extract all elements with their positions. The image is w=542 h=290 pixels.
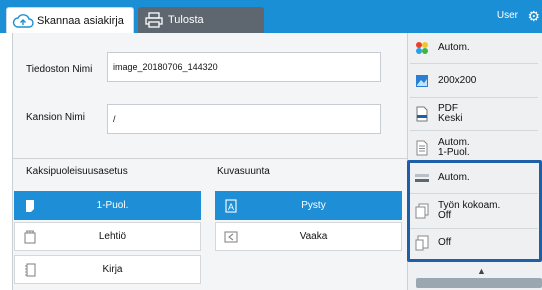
sidebar-scrollbar[interactable] bbox=[416, 278, 542, 288]
landscape-icon bbox=[216, 230, 246, 243]
tab-scan-document[interactable]: Skannaa asiakirja bbox=[6, 7, 134, 33]
orientation-option-landscape[interactable]: Vaaka bbox=[215, 222, 402, 251]
sidebar-file-format[interactable]: PDF Keski bbox=[410, 102, 538, 126]
printer-icon bbox=[142, 10, 166, 30]
sidebar-divider bbox=[410, 130, 538, 131]
file-name-field[interactable]: image_20180706_144320 bbox=[107, 52, 381, 82]
folder-name-field[interactable]: / bbox=[107, 104, 381, 134]
sidebar-divider bbox=[410, 63, 538, 64]
color-dots-icon bbox=[410, 41, 434, 55]
single-page-icon bbox=[15, 199, 45, 213]
duplex-option-label: Kirja bbox=[102, 264, 123, 275]
duplex-option-book[interactable]: Kirja bbox=[14, 255, 201, 284]
sidebar-duplex-sides: 1-Puol. bbox=[438, 147, 470, 158]
sidebar-resolution[interactable]: 200x200 bbox=[410, 72, 538, 90]
book-binding-icon bbox=[15, 262, 45, 277]
main-panel: Tiedoston Nimi image_20180706_144320 Kan… bbox=[12, 33, 408, 290]
orientation-option-portrait[interactable]: A Pysty bbox=[215, 191, 402, 220]
folder-name-label: Kansion Nimi bbox=[26, 112, 85, 123]
duplex-option-tablet[interactable]: Lehtiö bbox=[14, 222, 201, 251]
sidebar-format-text: PDF Keski bbox=[438, 104, 462, 124]
duplex-option-1-side[interactable]: 1-Puol. bbox=[14, 191, 201, 220]
tab-print-label: Tulosta bbox=[168, 14, 204, 26]
gear-icon[interactable]: ⚙ bbox=[527, 8, 540, 25]
orientation-title: Kuvasuunta bbox=[217, 166, 270, 177]
sidebar-format-compression: Keski bbox=[438, 113, 463, 124]
svg-text:A: A bbox=[228, 202, 234, 212]
highlight-frame bbox=[407, 160, 542, 262]
sidebar-resolution-value: 200x200 bbox=[438, 75, 477, 86]
sidebar-color-mode[interactable]: Autom. bbox=[410, 40, 538, 56]
tablet-binding-icon bbox=[15, 229, 45, 244]
pdf-file-icon bbox=[410, 106, 434, 122]
sidebar-divider bbox=[410, 97, 538, 98]
sidebar-color-value: Autom. bbox=[438, 42, 470, 53]
file-name-label: Tiedoston Nimi bbox=[26, 64, 93, 75]
tab-scan-label: Skannaa asiakirja bbox=[37, 14, 124, 27]
section-divider bbox=[13, 158, 408, 159]
sidebar-duplex[interactable]: Autom. 1-Puol. bbox=[410, 136, 538, 160]
duplex-option-label: 1-Puol. bbox=[96, 200, 129, 211]
user-label[interactable]: User bbox=[497, 10, 518, 21]
tab-print[interactable]: Tulosta bbox=[138, 7, 264, 33]
resolution-image-icon bbox=[410, 74, 434, 88]
scroll-up-icon[interactable]: ▲ bbox=[477, 266, 486, 276]
cloud-upload-icon bbox=[11, 11, 35, 31]
duplex-option-label: Lehtiö bbox=[98, 231, 127, 242]
duplex-title: Kaksipuoleisuusasetus bbox=[26, 166, 128, 177]
portrait-icon: A bbox=[216, 198, 246, 213]
orientation-option-label: Pysty bbox=[301, 200, 326, 211]
document-pages-icon bbox=[410, 140, 434, 156]
sidebar-duplex-text: Autom. 1-Puol. bbox=[438, 138, 470, 158]
orientation-option-label: Vaaka bbox=[299, 231, 328, 242]
